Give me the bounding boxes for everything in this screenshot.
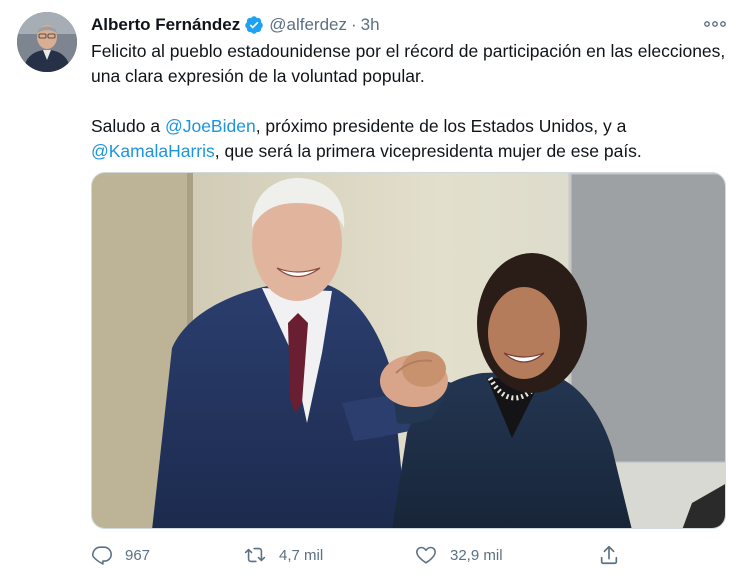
share-button[interactable] (598, 540, 620, 570)
reply-button[interactable]: 967 (91, 540, 150, 570)
paragraph-2-lead: Saludo a (91, 116, 165, 136)
like-button[interactable]: 32,9 mil (414, 540, 503, 570)
tweet-timestamp[interactable]: 3h (361, 15, 380, 35)
mention-joebiden-link[interactable]: @JoeBiden (165, 116, 256, 136)
retweet-button[interactable]: 4,7 mil (243, 540, 323, 570)
photo-image (92, 173, 725, 528)
paragraph-2-middle: , próximo presidente de los Estados Unid… (255, 116, 627, 136)
tweet-actions: 967 4,7 mil 32,9 mil (91, 540, 731, 570)
paragraph-2-end: , que será la primera vicepresidenta muj… (214, 141, 642, 161)
tweet-photo[interactable] (91, 172, 726, 529)
tweet-text: Felicito al pueblo estadounidense por el… (91, 39, 731, 164)
separator-dot: · (351, 15, 357, 34)
tweet-header: Alberto Fernández @alferdez · 3h (91, 13, 380, 37)
like-count: 32,9 mil (450, 546, 503, 564)
avatar-image (17, 12, 77, 72)
verified-badge-icon (244, 15, 264, 35)
reply-count: 967 (125, 546, 151, 564)
author-handle[interactable]: @alferdez (269, 15, 347, 35)
retweet-icon (243, 544, 267, 566)
share-icon (598, 544, 620, 566)
retweet-count: 4,7 mil (279, 546, 324, 564)
more-options-icon[interactable] (703, 14, 727, 34)
heart-icon (414, 544, 438, 566)
author-name[interactable]: Alberto Fernández (91, 15, 240, 35)
tweet-paragraph-1: Felicito al pueblo estadounidense por el… (91, 41, 726, 86)
reply-icon (91, 544, 113, 566)
tweet-paragraph-2: Saludo a @JoeBiden, próximo presidente d… (91, 114, 731, 164)
author-avatar[interactable] (17, 12, 77, 72)
mention-kamalaharris-link[interactable]: @KamalaHarris (91, 141, 215, 161)
tweet-card: Alberto Fernández @alferdez · 3h Felicit… (0, 0, 751, 579)
